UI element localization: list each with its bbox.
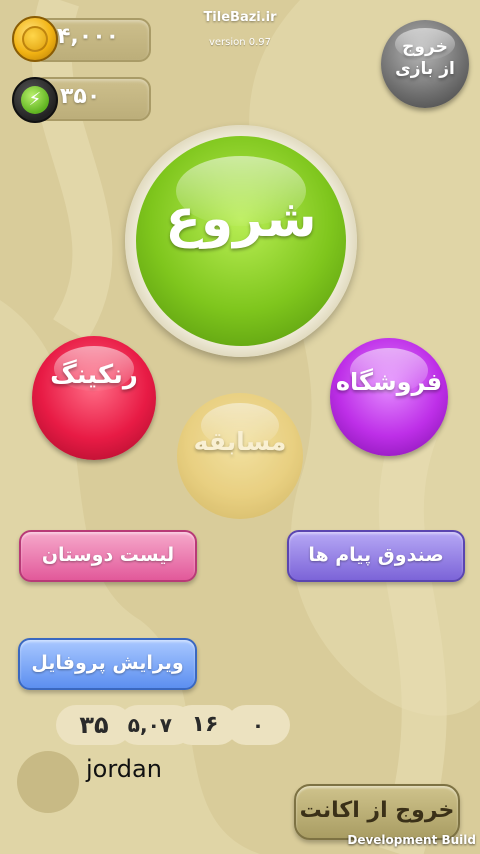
- ranking-label: رنکینگ: [50, 360, 138, 390]
- avatar[interactable]: [17, 751, 79, 813]
- start-label: شروع: [165, 189, 317, 249]
- start-button[interactable]: شروع: [136, 136, 346, 346]
- energy-value: ۳۵۰: [60, 84, 101, 109]
- shop-label: فروشگاه: [335, 368, 443, 396]
- ranking-button[interactable]: رنکینگ: [32, 336, 156, 460]
- energy-icon: ⚡: [12, 77, 58, 123]
- shop-button[interactable]: فروشگاه: [330, 338, 448, 456]
- exit-game-button[interactable]: خروج از بازی: [381, 20, 469, 108]
- exit-game-label: خروج از بازی: [395, 37, 455, 79]
- edit-profile-button[interactable]: ویرایش پروفایل: [18, 638, 197, 690]
- contest-button[interactable]: مسابقه: [177, 393, 303, 519]
- contest-label: مسابقه: [193, 427, 287, 456]
- development-build-label: Development Build: [347, 833, 476, 847]
- stat-4: ۰: [226, 705, 290, 745]
- username: jordan: [86, 755, 162, 783]
- friends-list-button[interactable]: لیست دوستان: [19, 530, 197, 582]
- site-name: TileBazi.ir: [203, 10, 277, 25]
- logout-button[interactable]: خروج از اکانت: [294, 784, 460, 840]
- inbox-button[interactable]: صندوق پیام ها: [287, 530, 465, 582]
- coin-icon: [12, 16, 58, 62]
- coins-value: ۴,۰۰۰: [57, 24, 120, 49]
- version-label: version 0.97: [208, 37, 272, 48]
